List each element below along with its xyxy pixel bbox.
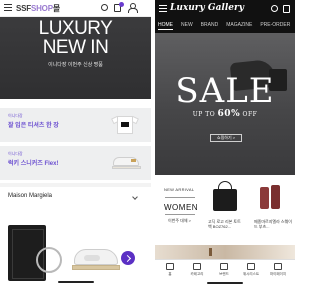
nav-home[interactable]: 홈 <box>157 263 183 277</box>
user-icon <box>274 263 282 270</box>
new-arrival-title: WOMEN <box>164 203 199 212</box>
shopping-bag-icon[interactable] <box>283 5 290 13</box>
sneaker-image <box>72 247 122 273</box>
ring-image <box>36 247 62 273</box>
promo-card-title: 럭키 스니커즈 Flex! <box>8 161 59 167</box>
promo-card-sneakers[interactable]: 이니다장 럭키 스니커즈 Flex! <box>0 146 151 180</box>
tab-brand[interactable]: BRAND <box>201 22 219 30</box>
logo-brand: SSF <box>16 4 31 13</box>
brand-icon <box>220 263 228 270</box>
new-arrival-link[interactable]: 이번주 대체 > <box>168 218 191 224</box>
heart-icon <box>247 263 255 270</box>
hero-title-line2: NEW IN <box>42 37 109 58</box>
sale-subtitle: UP TO 60% OFF <box>155 109 295 119</box>
luxury-new-in-banner[interactable]: LUXURY NEW IN 이니다장 이번주 신상 명품 <box>0 17 151 99</box>
nav-label: 위시리스트 <box>242 272 260 276</box>
logo-shop: SHOP <box>30 4 53 13</box>
promo-card-title: 잘 입은 티셔츠 한 장 <box>8 123 59 129</box>
hero-title-line1: LUXURY <box>38 18 113 39</box>
tab-new[interactable]: NEW <box>181 22 193 30</box>
tab-home[interactable]: HOME <box>158 22 173 30</box>
nav-label: 브랜드 <box>219 272 229 276</box>
hamburger-menu-icon[interactable] <box>4 4 12 11</box>
hero-title: LUXURY NEW IN <box>0 19 151 57</box>
right-header: Luxury Gallery HOME NEW BRAND MAGAZINE P… <box>155 0 295 33</box>
nav-label: 마이페이지 <box>269 272 287 276</box>
sale-sub-value: 60% <box>217 109 241 119</box>
new-arrival-section: NEW ARRIVAL WOMEN 이번주 대체 > 고딕 로고 리본 토트백 … <box>155 175 295 245</box>
nav-label: 카테고리 <box>190 272 204 276</box>
promo-card-kicker: 이니다장 <box>8 113 23 118</box>
product-description[interactable]: 메종마르지엘라 스웨이드 부츠... <box>254 219 292 229</box>
user-icon[interactable] <box>128 3 138 13</box>
nav-wishlist[interactable]: 위시리스트 <box>238 263 264 277</box>
luxury-gallery-logo[interactable]: Luxury Gallery <box>170 3 244 13</box>
product-description[interactable]: 고딕 로고 리본 토트백 BOZ762... <box>208 219 244 229</box>
search-icon[interactable] <box>271 5 278 12</box>
floating-action-button[interactable] <box>121 251 135 265</box>
divider-line <box>165 197 195 198</box>
brand-products-image[interactable] <box>0 207 151 287</box>
promo-strip-image[interactable] <box>155 245 295 259</box>
promo-card-kicker: 이니다장 <box>8 151 23 156</box>
nav-category[interactable]: 카테고리 <box>184 263 210 277</box>
new-arrival-label: NEW ARRIVAL <box>164 187 195 192</box>
sale-banner[interactable]: SALE UP TO 60% OFF 쇼핑하기 > <box>155 33 295 175</box>
boots-product-image[interactable] <box>258 181 284 211</box>
logo-extra: 몰 <box>52 4 61 13</box>
sale-sub-prefix: UP TO <box>192 111 218 118</box>
sneaker-image <box>111 155 143 171</box>
hero-subtitle: 이니다장 이번주 신상 명품 <box>48 62 103 68</box>
tshirt-image <box>111 114 141 136</box>
top-tabs: HOME NEW BRAND MAGAZINE PRE-ORDER <box>158 22 290 30</box>
category-icon <box>193 263 201 270</box>
shop-now-button[interactable]: 쇼핑하기 > <box>210 134 242 142</box>
ssf-shop-logo[interactable]: SSFSHOP몰 <box>16 3 60 14</box>
tab-magazine[interactable]: MAGAZINE <box>226 22 252 30</box>
divider-line <box>165 214 195 215</box>
nav-label: 홈 <box>168 272 172 276</box>
tab-pre-order[interactable]: PRE-ORDER <box>260 22 290 30</box>
right-app-screen: Luxury Gallery HOME NEW BRAND MAGAZINE P… <box>155 0 295 287</box>
nav-mypage[interactable]: 마이페이지 <box>265 263 291 277</box>
hamburger-menu-icon[interactable] <box>159 5 167 12</box>
handbag-product-image[interactable] <box>212 181 238 211</box>
sale-sub-suffix: OFF <box>240 111 258 118</box>
home-icon <box>166 263 174 270</box>
promo-card-tshirt[interactable]: 이니다장 잘 입은 티셔츠 한 장 <box>0 108 151 142</box>
cart-badge <box>119 2 124 7</box>
home-indicator <box>207 282 243 284</box>
section-divider <box>0 183 151 187</box>
chevron-down-icon[interactable] <box>132 194 138 200</box>
search-icon[interactable] <box>101 4 108 11</box>
screenshot-root: SSFSHOP몰 LUXURY NEW IN 이니다장 이번주 신상 명품 이니… <box>0 0 295 287</box>
sale-title: SALE <box>175 71 275 111</box>
home-indicator <box>58 281 94 283</box>
left-app-screen: SSFSHOP몰 LUXURY NEW IN 이니다장 이번주 신상 명품 이니… <box>0 0 151 287</box>
nav-brand[interactable]: 브랜드 <box>211 263 237 277</box>
left-top-bar: SSFSHOP몰 <box>0 0 151 17</box>
brand-section-title: Maison Margiela <box>8 193 53 199</box>
